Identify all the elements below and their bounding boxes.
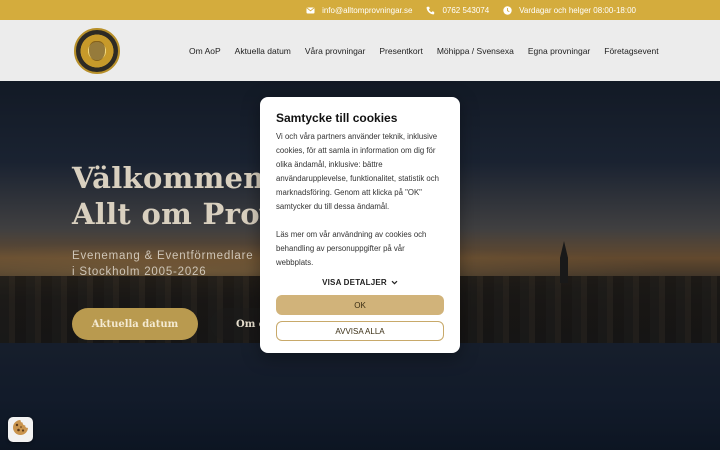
hero-subtitle: Evenemang & Eventförmedlare i Stockholm … xyxy=(72,250,254,278)
show-details-label[interactable]: VISA DETALJER xyxy=(322,278,387,287)
logo[interactable] xyxy=(74,28,120,74)
cookie-icon xyxy=(12,419,29,441)
contact-email-text[interactable]: info@alltomprovningar.se xyxy=(322,6,412,15)
contact-phone-text[interactable]: 0762 543074 xyxy=(442,6,489,15)
cookie-dialog-policy-text: Läs mer om vår användning av cookies och… xyxy=(276,230,427,267)
phone-icon xyxy=(426,6,435,15)
cookie-settings-button[interactable] xyxy=(8,417,33,442)
accept-cookies-button[interactable]: OK xyxy=(276,295,444,315)
opening-hours: Vardagar och helger 08:00-18:00 xyxy=(503,6,636,15)
nav-item-presentkort[interactable]: Presentkort xyxy=(372,46,429,56)
aktuella-datum-button[interactable]: Aktuella datum xyxy=(72,308,198,340)
mail-icon xyxy=(306,6,315,15)
nav-item-egna-provningar[interactable]: Egna provningar xyxy=(521,46,597,56)
nav-menu: Om AoP Aktuella datum Våra provningar Pr… xyxy=(189,20,666,81)
show-details-toggle[interactable]: VISA DETALJER xyxy=(276,278,444,287)
contact-phone[interactable]: 0762 543074 xyxy=(426,6,489,15)
nav-item-foretagsevent[interactable]: Företagsevent xyxy=(597,46,665,56)
cookie-dialog-title: Samtycke till cookies xyxy=(276,111,398,125)
cookie-dialog-text: Vi och våra partners använder teknik, in… xyxy=(276,132,439,211)
chevron-down-icon xyxy=(391,279,398,286)
main-navigation: Om AoP Aktuella datum Våra provningar Pr… xyxy=(0,20,720,81)
nav-item-mohippa-svensexa[interactable]: Möhippa / Svensexa xyxy=(430,46,521,56)
reject-all-cookies-button[interactable]: AVVISA ALLA xyxy=(276,321,444,341)
cookie-consent-dialog: Samtycke till cookies Vi och våra partne… xyxy=(260,97,460,353)
nav-item-om-aop[interactable]: Om AoP xyxy=(189,46,228,56)
contact-email[interactable]: info@alltomprovningar.se xyxy=(306,6,412,15)
clock-icon xyxy=(503,5,512,15)
top-contact-bar: info@alltomprovningar.se 0762 543074 Var… xyxy=(0,0,720,20)
opening-hours-text: Vardagar och helger 08:00-18:00 xyxy=(519,5,636,15)
nav-item-aktuella-datum[interactable]: Aktuella datum xyxy=(228,46,298,56)
nav-item-vara-provningar[interactable]: Våra provningar xyxy=(298,46,372,56)
